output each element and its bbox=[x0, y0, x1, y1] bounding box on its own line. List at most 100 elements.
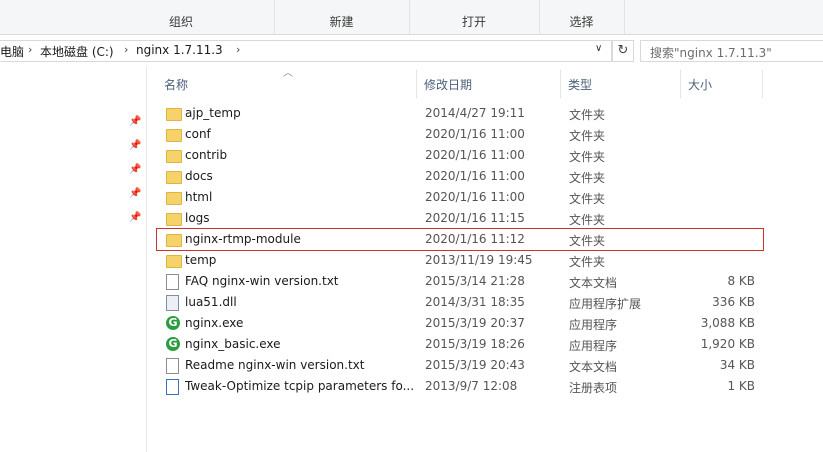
file-type: 文件夹 bbox=[569, 213, 606, 227]
file-row[interactable]: Gnginx_basic.exe 2015/3/19 18:26 应用程序 1,920… bbox=[157, 334, 763, 355]
file-date: 2015/3/19 20:43 bbox=[425, 358, 525, 372]
file-row[interactable]: Gnginx.exe 2015/3/19 20:37 应用程序 3,088 KB bbox=[157, 313, 763, 334]
ribbon-group-select[interactable]: 选择 bbox=[539, 0, 625, 34]
file-name: temp bbox=[185, 253, 217, 267]
folder-icon bbox=[166, 255, 182, 268]
file-type: 文本文档 bbox=[569, 360, 618, 374]
ribbon-group-open[interactable]: 打开 bbox=[409, 0, 540, 34]
text-file-icon bbox=[166, 274, 179, 290]
file-type: 注册表项 bbox=[569, 381, 618, 395]
file-name: lua51.dll bbox=[185, 295, 237, 309]
search-placeholder: 搜索"nginx 1.7.11.3" bbox=[650, 46, 772, 60]
file-name: logs bbox=[185, 211, 210, 225]
file-name: html bbox=[185, 190, 213, 204]
file-date: 2014/3/31 18:35 bbox=[425, 295, 525, 309]
file-type: 文件夹 bbox=[569, 150, 606, 164]
nginx-exe-icon: G bbox=[166, 316, 180, 330]
file-date: 2020/1/16 11:00 bbox=[425, 127, 525, 141]
file-row[interactable]: html 2020/1/16 11:00 文件夹 bbox=[157, 187, 763, 208]
navigation-pane[interactable]: 📌 📌 📌 📌 📌 bbox=[0, 66, 147, 452]
nginx-exe-icon: G bbox=[166, 337, 180, 351]
file-date: 2020/1/16 11:00 bbox=[425, 148, 525, 162]
file-row[interactable]: logs 2020/1/16 11:15 文件夹 bbox=[157, 208, 763, 229]
pin-icon: 📌 bbox=[129, 212, 142, 223]
file-type: 文件夹 bbox=[569, 192, 606, 206]
ribbon-group-new[interactable]: 新建 bbox=[274, 0, 410, 34]
file-row[interactable]: nginx-rtmp-module 2020/1/16 11:12 文件夹 bbox=[156, 228, 764, 251]
file-size: 34 KB bbox=[719, 358, 755, 372]
address-row: 电脑 › 本地磁盘 (C:) › nginx 1.7.11.3 › ∨ ↻ 搜索… bbox=[0, 38, 823, 64]
folder-icon bbox=[166, 129, 182, 142]
file-row[interactable]: conf 2020/1/16 11:00 文件夹 bbox=[157, 124, 763, 145]
pin-icon: 📌 bbox=[129, 164, 142, 175]
file-type: 文件夹 bbox=[569, 234, 606, 248]
column-header-type[interactable]: 类型 bbox=[560, 70, 681, 98]
file-name: Tweak-Optimize tcpip parameters fo... bbox=[185, 379, 415, 393]
file-date: 2014/4/27 19:11 bbox=[425, 106, 525, 120]
file-row[interactable]: contrib 2020/1/16 11:00 文件夹 bbox=[157, 145, 763, 166]
column-header-size[interactable]: 大小 bbox=[680, 70, 763, 98]
chevron-down-icon[interactable]: ∨ bbox=[595, 43, 602, 54]
file-date: 2020/1/16 11:15 bbox=[425, 211, 525, 225]
breadcrumb-nginx[interactable]: nginx 1.7.11.3 bbox=[136, 43, 223, 57]
ribbon-label-select: 选择 bbox=[569, 15, 594, 29]
folder-icon bbox=[166, 213, 182, 226]
file-type: 应用程序 bbox=[569, 339, 618, 353]
breadcrumb-separator-icon[interactable]: › bbox=[124, 43, 128, 56]
file-name: contrib bbox=[185, 148, 228, 162]
file-name: nginx-rtmp-module bbox=[185, 232, 301, 246]
file-size: 1,920 KB bbox=[700, 337, 755, 351]
file-date: 2015/3/19 20:37 bbox=[425, 316, 525, 330]
file-size: 8 KB bbox=[727, 274, 755, 288]
file-row[interactable]: ajp_temp 2014/4/27 19:11 文件夹 bbox=[157, 103, 763, 124]
file-date: 2013/9/7 12:08 bbox=[425, 379, 518, 393]
search-input[interactable]: 搜索"nginx 1.7.11.3" bbox=[640, 40, 823, 62]
folder-icon bbox=[166, 192, 182, 205]
file-row[interactable]: temp 2013/11/19 19:45 文件夹 bbox=[157, 250, 763, 271]
file-date: 2020/1/16 11:12 bbox=[425, 232, 525, 246]
file-row[interactable]: Readme nginx-win version.txt 2015/3/19 20… bbox=[157, 355, 763, 376]
ribbon-label-new: 新建 bbox=[329, 15, 354, 29]
text-file-icon bbox=[166, 358, 179, 374]
file-name: conf bbox=[185, 127, 211, 141]
file-type: 文件夹 bbox=[569, 108, 606, 122]
folder-icon bbox=[166, 108, 182, 121]
ribbon-group-organize[interactable]: 组织 bbox=[88, 0, 275, 34]
file-size: 3,088 KB bbox=[700, 316, 755, 330]
registry-file-icon bbox=[166, 379, 179, 395]
breadcrumb-local-disk[interactable]: 本地磁盘 (C:) bbox=[40, 43, 114, 60]
refresh-icon[interactable]: ↻ bbox=[612, 40, 634, 62]
file-row[interactable]: docs 2020/1/16 11:00 文件夹 bbox=[157, 166, 763, 187]
file-size: 1 KB bbox=[727, 379, 755, 393]
file-type: 应用程序 bbox=[569, 318, 618, 332]
file-row[interactable]: Tweak-Optimize tcpip parameters fo... 201… bbox=[157, 376, 763, 397]
file-type: 文本文档 bbox=[569, 276, 618, 290]
file-name: ajp_temp bbox=[185, 106, 241, 120]
file-type: 应用程序扩展 bbox=[569, 297, 642, 311]
column-header-date[interactable]: 修改日期 bbox=[416, 70, 561, 98]
column-header-name[interactable]: 名称 bbox=[156, 70, 417, 98]
pin-icon: 📌 bbox=[129, 188, 142, 199]
file-row[interactable]: FAQ nginx-win version.txt 2015/3/14 21:28… bbox=[157, 271, 763, 292]
file-row[interactable]: lua51.dll 2014/3/31 18:35 应用程序扩展 336 KB bbox=[157, 292, 763, 313]
ribbon: 组织 新建 打开 选择 bbox=[0, 0, 823, 35]
file-date: 2015/3/14 21:28 bbox=[425, 274, 525, 288]
file-type: 文件夹 bbox=[569, 129, 606, 143]
file-name: Readme nginx-win version.txt bbox=[185, 358, 365, 372]
ribbon-label-organize: 组织 bbox=[168, 15, 193, 29]
breadcrumb-computer[interactable]: 电脑 bbox=[0, 43, 24, 60]
file-name: nginx.exe bbox=[185, 316, 244, 330]
file-date: 2013/11/19 19:45 bbox=[425, 253, 533, 267]
file-size: 336 KB bbox=[712, 295, 755, 309]
file-name: FAQ nginx-win version.txt bbox=[185, 274, 339, 288]
folder-icon bbox=[166, 150, 182, 163]
file-name: docs bbox=[185, 169, 213, 183]
pin-icon: 📌 bbox=[129, 140, 142, 151]
breadcrumb-separator-icon[interactable]: › bbox=[236, 43, 240, 56]
breadcrumb-separator-icon[interactable]: › bbox=[28, 43, 32, 56]
folder-icon bbox=[166, 171, 182, 184]
file-type: 文件夹 bbox=[569, 171, 606, 185]
folder-icon bbox=[166, 234, 182, 247]
file-date: 2020/1/16 11:00 bbox=[425, 190, 525, 204]
file-date: 2015/3/19 18:26 bbox=[425, 337, 525, 351]
